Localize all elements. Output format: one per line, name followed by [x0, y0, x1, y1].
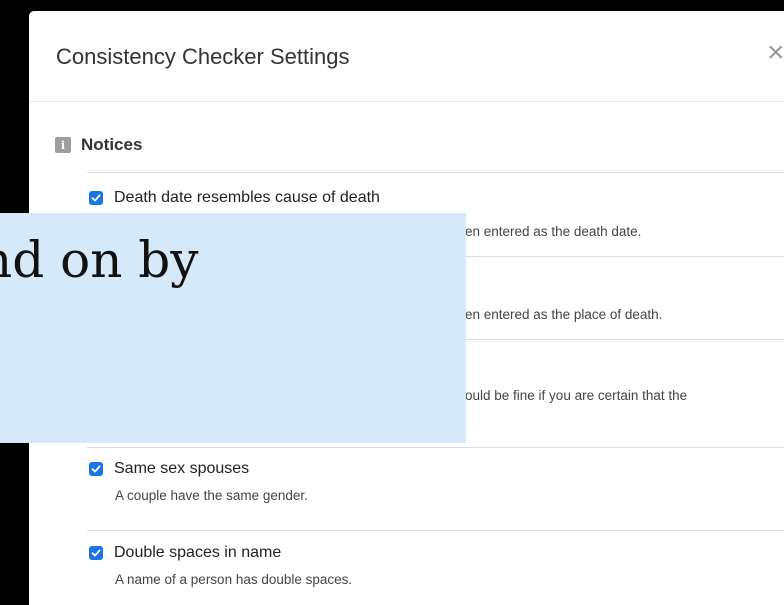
item-description-fragment: en entered as the place of death. [465, 307, 663, 322]
caption-overlay: nd on by [0, 213, 466, 443]
dialog-header: Consistency Checker Settings × [29, 11, 784, 102]
list-item-death-date-cause: Death date resembles cause of death [89, 187, 784, 209]
divider [87, 172, 784, 173]
checkbox-double-spaces[interactable] [89, 546, 103, 560]
list-item-same-sex-spouses: Same sex spouses A couple have the same … [89, 458, 784, 503]
item-label: Death date resembles cause of death [114, 189, 380, 206]
item-description-fragment: en entered as the death date. [465, 224, 642, 239]
list-item-double-spaces: Double spaces in name A name of a person… [89, 542, 784, 587]
checkbox-same-sex-spouses[interactable] [89, 462, 103, 476]
item-label: Same sex spouses [114, 460, 250, 477]
notices-section-header: i Notices [55, 135, 142, 155]
check-icon [91, 465, 101, 473]
item-description: A name of a person has double spaces. [115, 572, 353, 587]
item-label: Double spaces in name [114, 544, 282, 561]
checkbox-death-date-cause[interactable] [89, 191, 103, 205]
item-description-fragment: ould be fine if you are certain that the [465, 388, 688, 403]
check-icon [91, 549, 101, 557]
section-title: Notices [81, 135, 143, 154]
divider [87, 530, 784, 531]
overlay-caption-text: nd on by [0, 231, 199, 289]
divider [87, 447, 784, 448]
info-icon: i [55, 137, 71, 153]
check-icon [91, 194, 101, 202]
close-icon[interactable]: × [767, 38, 784, 68]
item-description: A couple have the same gender. [115, 488, 308, 503]
dialog-title: Consistency Checker Settings [56, 44, 350, 69]
